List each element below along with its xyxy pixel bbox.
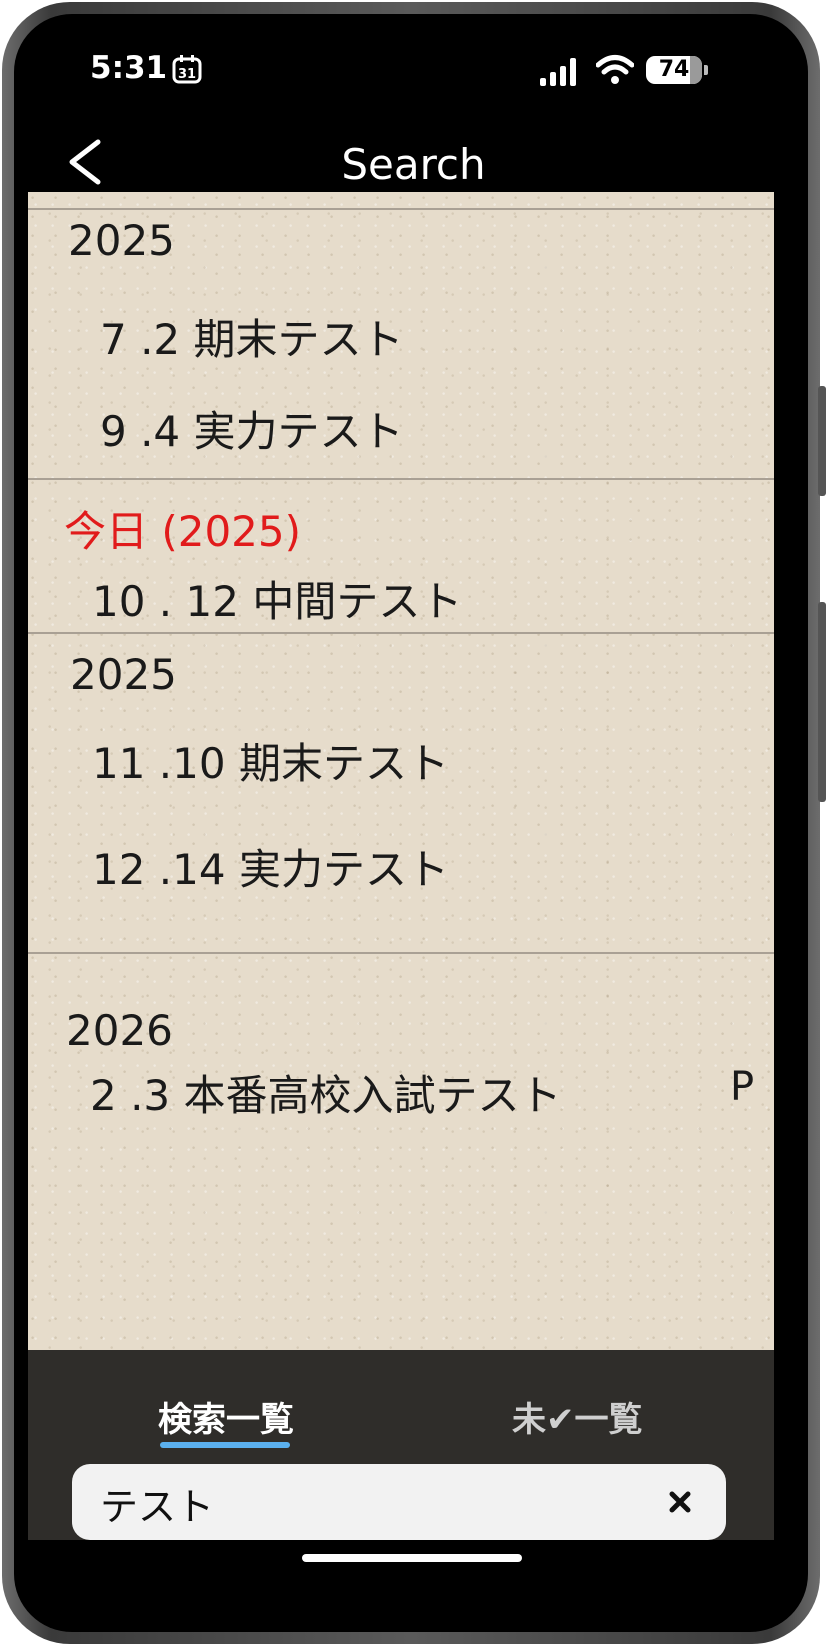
close-icon[interactable] xyxy=(660,1482,700,1522)
calendar-icon-day: 31 xyxy=(178,67,196,82)
calendar-icon: 31 xyxy=(172,55,202,84)
signal-icon xyxy=(540,58,576,86)
event-title: 期末テスト xyxy=(238,739,449,788)
tab-unchecked-list[interactable]: 未✔一覧 xyxy=(512,1392,643,1441)
event-date: 10 . 12 xyxy=(92,577,239,626)
event-date: 12 .14 xyxy=(92,845,226,894)
divider xyxy=(28,952,774,954)
event-date: 2 .3 xyxy=(90,1071,171,1120)
divider xyxy=(28,208,774,210)
search-results-list: 2025 7 .2 期末テスト 9 .4 実力テスト 今日 (2025) 10 … xyxy=(28,192,774,1350)
search-input[interactable] xyxy=(98,1474,642,1532)
divider xyxy=(28,478,774,480)
event-date: 11 .10 xyxy=(92,739,226,788)
search-field[interactable] xyxy=(72,1464,726,1540)
list-item[interactable]: 11 .10 期末テスト xyxy=(92,730,449,791)
bottom-bar: 検索一覧 未✔一覧 xyxy=(28,1350,774,1540)
list-item[interactable]: 12 .14 実力テスト xyxy=(92,836,449,897)
event-title: 実力テスト xyxy=(193,407,404,456)
status-time: 5:31 xyxy=(90,50,168,86)
year-header: 2025 xyxy=(68,216,175,265)
side-button xyxy=(818,602,826,802)
event-title: 実力テスト xyxy=(238,845,449,894)
list-item[interactable]: 9 .4 実力テスト xyxy=(100,398,404,459)
event-title: 期末テスト xyxy=(193,315,404,364)
side-button xyxy=(818,386,826,496)
list-item[interactable]: 2 .3 本番高校入試テスト xyxy=(90,1062,562,1123)
year-header: 2025 xyxy=(70,650,177,699)
today-header: 今日 (2025) xyxy=(64,507,302,556)
battery-level: 74 xyxy=(658,57,690,82)
year-header: 2026 xyxy=(66,1006,173,1055)
wifi-icon xyxy=(596,55,634,84)
battery-icon: 74 xyxy=(646,56,708,84)
tab-search-list[interactable]: 検索一覧 xyxy=(158,1392,294,1441)
home-indicator[interactable] xyxy=(302,1554,522,1562)
list-item[interactable]: 10 . 12 中間テスト xyxy=(92,568,462,629)
event-title: 本番高校入試テスト xyxy=(183,1071,562,1120)
page-title: Search xyxy=(341,140,486,189)
event-date: 9 .4 xyxy=(100,407,181,456)
event-date: 7 .2 xyxy=(100,315,181,364)
event-title: 中間テスト xyxy=(252,577,463,626)
active-tab-indicator xyxy=(160,1442,290,1448)
divider xyxy=(28,632,774,634)
event-flag: P xyxy=(730,1064,755,1110)
list-item[interactable]: 7 .2 期末テスト xyxy=(100,306,404,367)
